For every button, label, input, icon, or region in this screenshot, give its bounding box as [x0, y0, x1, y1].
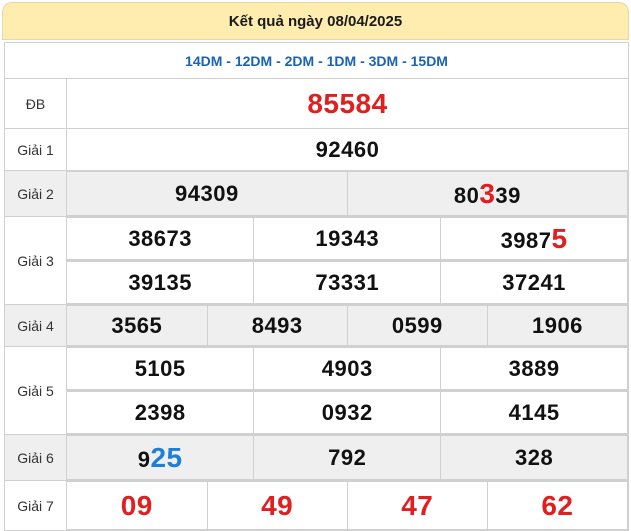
prize-row-g6: Giải 6 925 792 328: [4, 434, 630, 481]
prize-g5-cells-row1: 5105 4903 3889: [65, 346, 630, 391]
number-digits: 328: [514, 444, 554, 470]
prize-g3-cells-row1: 38673 19343 39875: [65, 216, 630, 261]
prize-g3-number: 39135: [67, 261, 255, 304]
prize-row-g3-second: 39135 73331 37241: [5, 260, 630, 305]
prize-g5-number: 4903: [253, 347, 442, 390]
prize-row-g1: Giải 1 92460: [4, 128, 630, 171]
number-digits: 38673: [128, 225, 192, 251]
prize-g5-number: 3889: [440, 347, 629, 390]
prize-g7-cells: 09 49 47 62: [65, 480, 630, 531]
prize-g4-number: 0599: [346, 305, 488, 346]
draw-codes: 14DM - 12DM - 2DM - 1DM - 3DM - 15DM: [3, 42, 630, 79]
prize-row-g5: Giải 5 5105 4903 3889: [4, 346, 630, 435]
results-date-title: Kết quả ngày 08/04/2025: [228, 12, 403, 30]
codes-row: 14DM - 12DM - 2DM - 1DM - 3DM - 15DM: [3, 42, 630, 79]
prize-g2-cells: 94309 80339: [65, 170, 630, 217]
prize-label-g4: Giải 4: [4, 304, 67, 347]
prize-g6-number: 925: [67, 435, 255, 480]
prize-label-g3: Giải 3: [4, 216, 67, 305]
prize-label-g1: Giải 1: [4, 128, 67, 171]
number-digits: 80: [453, 182, 480, 208]
prize-label-db: ĐB: [4, 78, 67, 129]
prize-row-g2: Giải 2 94309 80339: [4, 170, 630, 217]
prize-g7-number: 09: [67, 481, 208, 530]
number-digits: 9: [137, 446, 151, 472]
highlight-digit: 5: [551, 222, 568, 254]
prize-label-g5: Giải 5: [4, 346, 67, 435]
results-table: 14DM - 12DM - 2DM - 1DM - 3DM - 15DM ĐB …: [3, 42, 630, 531]
number-digits: 94309: [175, 180, 239, 206]
prize-g3-number: 39875: [440, 217, 629, 260]
results-header: Kết quả ngày 08/04/2025: [2, 2, 629, 40]
prize-g5-number: 5105: [67, 347, 255, 390]
prize-g6-number: 328: [440, 435, 629, 480]
prize-g4-number: 1906: [486, 305, 629, 346]
prize-db-number: 85584: [65, 78, 630, 129]
prize-g2-number: 94309: [67, 171, 348, 216]
prize-row-g4: Giải 4 3565 8493 0599 1906: [4, 304, 630, 347]
prize-g2-number: 80339: [346, 171, 629, 216]
prize-g4-number: 3565: [67, 305, 208, 346]
prize-row-db: ĐB 85584: [4, 78, 630, 129]
prize-g3-number: 37241: [440, 261, 629, 304]
number-digits: 19343: [315, 225, 380, 251]
prize-g6-number: 792: [253, 435, 442, 480]
prize-g5-number: 4145: [440, 391, 629, 434]
highlight-digits: 25: [150, 441, 183, 473]
number-digits: 792: [328, 444, 367, 470]
prize-row-g5-second: 2398 0932 4145: [5, 390, 630, 435]
prize-g3-number: 38673: [67, 217, 255, 260]
prize-row-g7: Giải 7 09 49 47 62: [4, 480, 630, 531]
prize-g5-number: 2398: [67, 391, 255, 434]
prize-row-g3: Giải 3 38673 19343 39875: [4, 216, 630, 305]
prize-g5-cells-row2: 2398 0932 4145: [65, 390, 630, 435]
prize-g7-number: 47: [346, 481, 488, 530]
number-digits: 3987: [500, 227, 552, 253]
results-panel: Kết quả ngày 08/04/2025 14DM - 12DM - 2D…: [0, 0, 631, 531]
prize-label-g6: Giải 6: [4, 434, 67, 481]
prize-g7-number: 62: [486, 481, 629, 530]
prize-label-g2: Giải 2: [4, 170, 67, 217]
prize-g5-number: 0932: [253, 391, 442, 434]
prize-g1-number: 92460: [65, 128, 630, 171]
prize-g6-cells: 925 792 328: [65, 434, 630, 481]
prize-g4-cells: 3565 8493 0599 1906: [65, 304, 630, 347]
prize-label-g7: Giải 7: [4, 480, 67, 531]
prize-g7-number: 49: [206, 481, 348, 530]
prize-g3-number: 19343: [253, 217, 442, 260]
highlight-digit: 3: [479, 177, 496, 209]
prize-g3-cells-row2: 39135 73331 37241: [65, 260, 630, 305]
number-digits: 39: [495, 182, 521, 208]
prize-g3-number: 73331: [253, 261, 442, 304]
prize-g4-number: 8493: [206, 305, 348, 346]
